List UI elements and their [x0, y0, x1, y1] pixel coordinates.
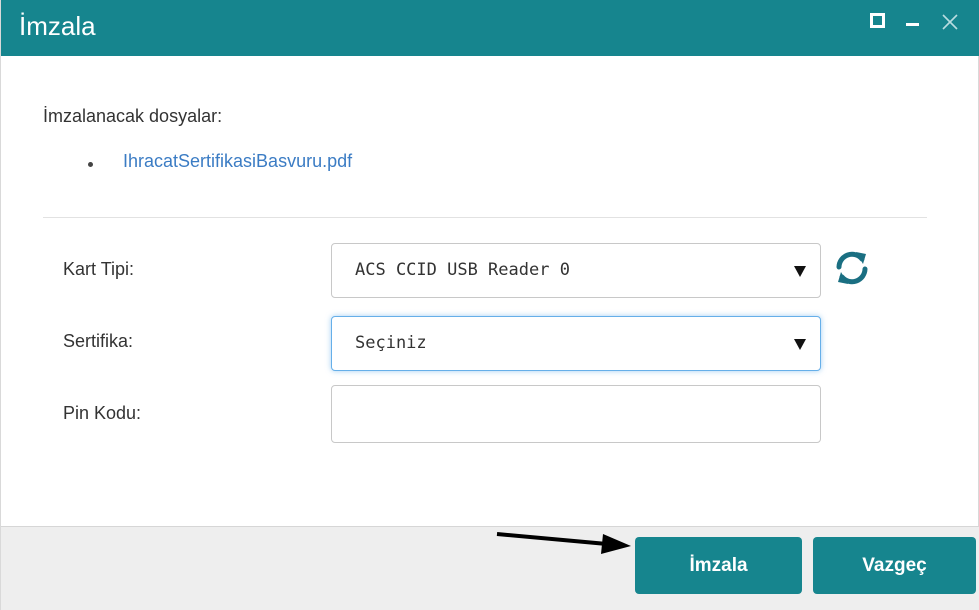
close-icon[interactable] — [938, 10, 962, 34]
certificate-value: Seçiniz — [355, 333, 427, 353]
file-link[interactable]: IhracatSertifikasiBasvuru.pdf — [95, 151, 352, 171]
file-list: IhracatSertifikasiBasvuru.pdf — [88, 151, 352, 172]
chevron-down-icon — [794, 339, 806, 350]
card-type-label: Kart Tipi: — [63, 259, 135, 279]
card-type-value: ACS CCID USB Reader 0 — [355, 260, 570, 280]
minimize-icon[interactable] — [903, 10, 927, 34]
sign-button[interactable]: İmzala — [635, 537, 802, 594]
pin-input[interactable] — [331, 385, 821, 443]
file-list-item: IhracatSertifikasiBasvuru.pdf — [88, 151, 352, 172]
arrow-annotation-icon — [496, 532, 631, 554]
files-label: İmzalanacak dosyalar: — [43, 106, 223, 126]
bullet-icon — [88, 162, 93, 167]
card-type-select[interactable]: ACS CCID USB Reader 0 — [331, 243, 821, 298]
sign-dialog: İmzala İmzalanacak dosyalar: IhracatSert… — [0, 0, 979, 610]
cancel-button[interactable]: Vazgeç — [813, 537, 976, 594]
certificate-select[interactable]: Seçiniz — [331, 316, 821, 371]
dialog-title: İmzala — [19, 11, 96, 41]
maximize-icon[interactable] — [867, 10, 891, 34]
pin-label: Pin Kodu: — [63, 403, 142, 423]
refresh-icon[interactable] — [834, 248, 870, 288]
certificate-label: Sertifika: — [63, 331, 134, 351]
title-bar: İmzala — [1, 0, 979, 56]
dialog-footer: İmzala Vazgeç — [1, 526, 979, 610]
chevron-down-icon — [794, 266, 806, 277]
divider — [43, 217, 927, 218]
